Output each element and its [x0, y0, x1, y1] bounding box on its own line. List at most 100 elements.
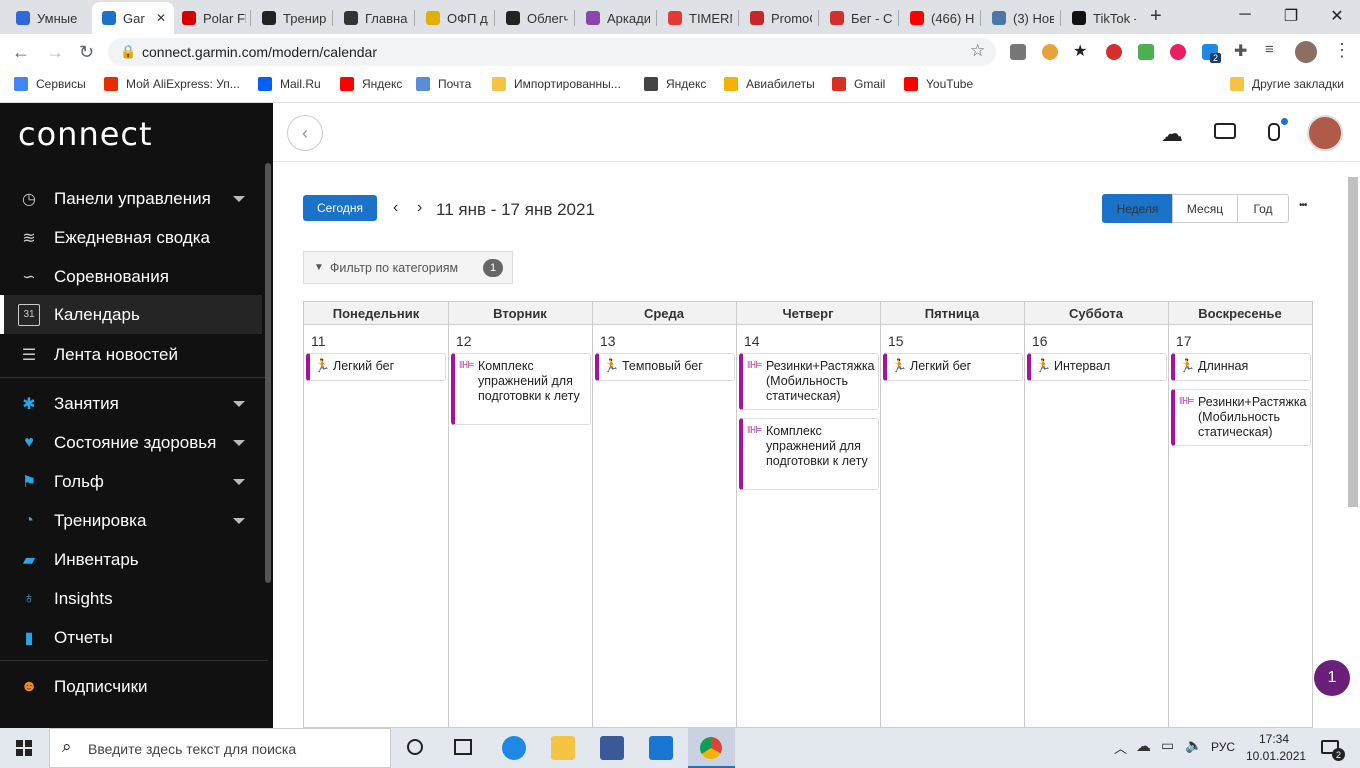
browser-tab[interactable]: Бег - Ст: [820, 4, 892, 32]
view-week-button[interactable]: Неделя: [1102, 194, 1173, 223]
extension-icon[interactable]: [1170, 44, 1186, 60]
browser-tab[interactable]: Трениро: [252, 4, 326, 32]
day-column[interactable]: 16 🏃 Интервал: [1024, 302, 1168, 727]
chevron-down-icon[interactable]: [233, 478, 245, 485]
bookmark-item[interactable]: Мой AliExpress: Уп...: [104, 77, 240, 91]
more-options-icon[interactable]: •••: [1299, 200, 1307, 211]
store-icon[interactable]: [600, 736, 624, 760]
extension-icon[interactable]: [1042, 44, 1058, 60]
bookmark-item[interactable]: Почта: [416, 77, 471, 91]
explorer-icon[interactable]: [551, 736, 575, 760]
calendar-event[interactable]: 🏃 Легкий бег: [306, 353, 446, 381]
tray-chevron-icon[interactable]: ︿: [1114, 738, 1127, 757]
calendar-event[interactable]: ⊪⊫ Резинки+Растяжка (Мобильность статичес…: [1171, 389, 1311, 446]
volume-icon[interactable]: 🔈: [1185, 737, 1202, 754]
browser-tab[interactable]: (3) Нов: [982, 4, 1054, 32]
taskbar-search[interactable]: ⌕ Введите здесь текст для поиска: [49, 728, 391, 768]
calendar-event[interactable]: ⊪⊫ Резинки+Растяжка (Мобильность статичес…: [739, 353, 879, 410]
view-month-button[interactable]: Месяц: [1172, 194, 1238, 223]
day-column[interactable]: 12 ⊪⊫ Комплекс упражнений для подготовки к…: [448, 302, 592, 727]
browser-tab[interactable]: Умные: [6, 4, 84, 32]
network-icon[interactable]: ▭: [1161, 737, 1174, 754]
sidebar-item[interactable]: ∽ Соревнования: [0, 257, 262, 296]
minimize-button[interactable]: ─: [1222, 6, 1268, 24]
prev-week-icon[interactable]: ‹: [393, 199, 398, 217]
adblock-icon[interactable]: [1106, 44, 1122, 60]
sidebar-item[interactable]: ≋ Ежедневная сводка: [0, 218, 262, 257]
sidebar-item[interactable]: ▮ Отчеты: [0, 618, 262, 657]
sidebar-item[interactable]: 31 Календарь: [0, 295, 262, 334]
bookmark-item[interactable]: Яндекс: [340, 77, 402, 91]
browser-tab[interactable]: ОФП дл: [416, 4, 488, 32]
collapse-sidebar-button[interactable]: ‹: [287, 115, 323, 151]
back-icon[interactable]: ←: [12, 42, 30, 63]
day-column[interactable]: 15 🏃 Легкий бег: [880, 302, 1024, 727]
bookmark-item[interactable]: Яндекс: [644, 77, 706, 91]
day-column[interactable]: 17 🏃 Длинная ⊪⊫ Резинки+Растяжка (Мобильност…: [1168, 302, 1312, 727]
calendar-event[interactable]: ⊪⊫ Комплекс упражнений для подготовки к л…: [739, 418, 879, 490]
category-filter[interactable]: ▼ Фильтр по категориям 1: [303, 251, 513, 284]
browser-tab[interactable]: Gar ✕: [92, 2, 174, 34]
other-bookmarks[interactable]: Другие закладки: [1230, 77, 1344, 91]
forward-icon[interactable]: →: [46, 42, 64, 63]
sidebar-item[interactable]: ☻ Подписчики: [0, 667, 262, 706]
sidebar-item[interactable]: ◔ Тренировка: [0, 501, 262, 540]
bookmark-item[interactable]: Gmail: [832, 77, 885, 91]
bookmark-star-icon[interactable]: ☆: [970, 41, 985, 61]
chevron-down-icon[interactable]: [233, 439, 245, 446]
chat-bubble-button[interactable]: 1: [1314, 660, 1350, 696]
edge-icon[interactable]: [502, 736, 526, 760]
sidebar-scrollbar[interactable]: [265, 163, 271, 583]
mail-icon[interactable]: [649, 736, 673, 760]
close-window-button[interactable]: ✕: [1314, 6, 1360, 26]
bookmark-item[interactable]: Авиабилеты: [724, 77, 815, 91]
day-column[interactable]: 11 🏃 Легкий бег: [304, 302, 448, 727]
connect-logo[interactable]: connect: [18, 115, 153, 153]
extension-icon[interactable]: [1138, 44, 1154, 60]
next-week-icon[interactable]: ›: [417, 199, 422, 217]
sidebar-item[interactable]: ♁ Insights: [0, 579, 262, 618]
sidebar-item[interactable]: ◷ Панели управления: [0, 179, 262, 218]
chevron-down-icon[interactable]: [233, 517, 245, 524]
extension-s-icon[interactable]: [1010, 44, 1026, 60]
inbox-icon[interactable]: [1214, 123, 1236, 139]
browser-tab[interactable]: Облегч: [496, 4, 568, 32]
calendar-event[interactable]: ⊪⊫ Комплекс упражнений для подготовки к л…: [451, 353, 591, 425]
sidebar-item[interactable]: ⚑ Гольф: [0, 462, 262, 501]
reload-icon[interactable]: ↻: [79, 42, 94, 63]
browser-tab[interactable]: Аркади: [576, 4, 650, 32]
user-avatar[interactable]: [1307, 115, 1343, 151]
task-view-icon[interactable]: [454, 739, 472, 755]
new-tab-button[interactable]: +: [1150, 5, 1162, 28]
browser-tab[interactable]: Главна: [334, 4, 408, 32]
windows-start-icon[interactable]: [16, 740, 32, 756]
sidebar-item[interactable]: ♥ Состояние здоровья: [0, 423, 262, 462]
bookmark-item[interactable]: YouTube: [904, 77, 973, 91]
address-bar[interactable]: 🔒 connect.garmin.com/modern/calendar ☆: [108, 38, 996, 66]
calendar-event[interactable]: 🏃 Интервал: [1027, 353, 1167, 381]
browser-tab[interactable]: (466) Н: [900, 4, 974, 32]
puzzle-icon[interactable]: ✚: [1234, 41, 1247, 61]
chrome-taskbar-item[interactable]: [688, 728, 735, 768]
upload-icon[interactable]: ☁: [1161, 121, 1183, 147]
media-icon[interactable]: ≡: [1265, 41, 1274, 58]
browser-tab[interactable]: Polar Fl: [172, 4, 246, 32]
day-column[interactable]: 14 ⊪⊫ Резинки+Растяжка (Мобильность статич…: [736, 302, 880, 727]
maximize-button[interactable]: ❐: [1268, 6, 1314, 26]
onedrive-icon[interactable]: ☁: [1136, 737, 1151, 755]
view-year-button[interactable]: Год: [1237, 194, 1289, 223]
language-indicator[interactable]: РУС: [1211, 740, 1235, 754]
clock-date[interactable]: 10.01.2021: [1246, 749, 1306, 763]
profile-avatar[interactable]: [1295, 41, 1317, 63]
day-column[interactable]: 13 🏃 Темповый бег: [592, 302, 736, 727]
star-extension-icon[interactable]: ★: [1073, 41, 1087, 61]
sidebar-item[interactable]: ☰ Лента новостей: [0, 335, 262, 374]
chevron-down-icon[interactable]: [233, 195, 245, 202]
calendar-event[interactable]: 🏃 Легкий бег: [883, 353, 1023, 381]
calendar-event[interactable]: 🏃 Длинная: [1171, 353, 1311, 381]
bookmark-item[interactable]: Сервисы: [14, 77, 86, 91]
today-button[interactable]: Сегодня: [303, 195, 377, 221]
calendar-event[interactable]: 🏃 Темповый бег: [595, 353, 735, 381]
device-icon[interactable]: [1268, 123, 1280, 141]
browser-tab[interactable]: TikTok -: [1062, 4, 1136, 32]
